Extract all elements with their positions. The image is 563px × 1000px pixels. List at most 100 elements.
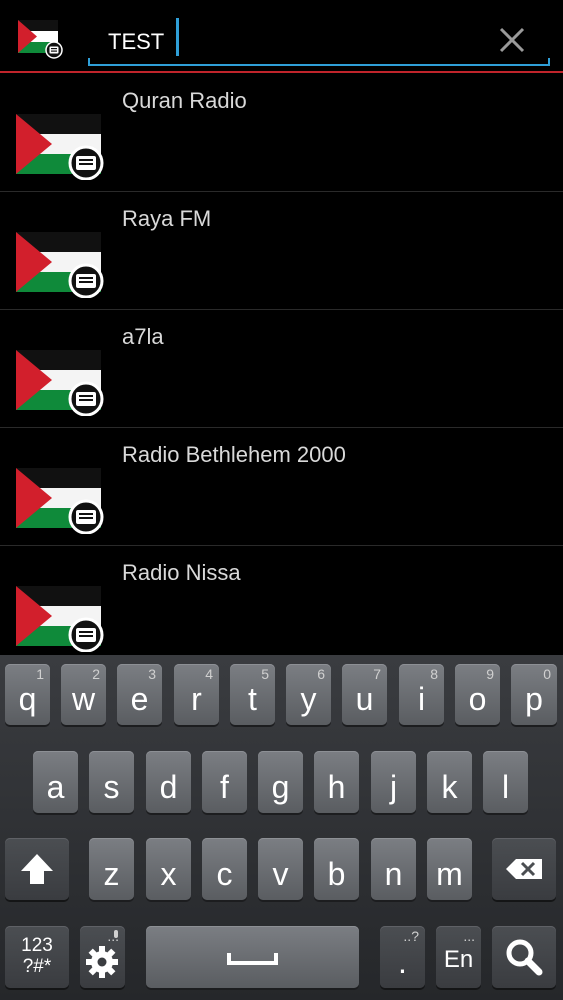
key-label: i [417,681,426,717]
palestine-flag-radio-icon [16,586,104,652]
key-label: h [327,769,346,805]
key-label: c [216,856,233,892]
key-i[interactable]: 8i [399,664,444,725]
station-name: Radio Bethlehem 2000 [122,442,346,467]
key-hint: ... [107,928,119,944]
key-v[interactable]: v [258,838,303,900]
shift-key[interactable] [5,838,69,900]
key-label: 123 [21,935,53,956]
search-underline [88,58,550,66]
search-icon [506,939,543,976]
key-y[interactable]: 6y [286,664,331,725]
action-bar [0,0,563,73]
soft-keyboard: 1q 2w 3e 4r 5t 6y 7u 8i 9o 0p a s d f g … [0,655,563,1000]
key-hint: 4 [205,666,213,682]
key-g[interactable]: g [258,751,303,813]
key-z[interactable]: z [89,838,134,900]
palestine-flag-radio-icon[interactable] [17,17,63,59]
list-item[interactable]: Raya FM [0,192,563,310]
key-label: n [384,856,403,892]
key-label: y [300,681,317,717]
key-o[interactable]: 9o [455,664,500,725]
key-p[interactable]: 0p [511,664,557,725]
key-hint: 1 [36,666,44,682]
key-hint: 7 [373,666,381,682]
key-label: w [71,681,96,717]
key-label: d [159,769,178,805]
key-label: j [389,769,398,805]
key-b[interactable]: b [314,838,359,900]
key-label: a [46,769,65,805]
divider [0,71,563,73]
language-key[interactable]: ... En [436,926,481,988]
close-icon[interactable] [492,20,532,60]
key-j[interactable]: j [371,751,416,813]
key-hint: 0 [543,666,551,682]
key-q[interactable]: 1q [5,664,50,725]
palestine-flag-radio-icon [16,114,104,180]
key-t[interactable]: 5t [230,664,275,725]
key-label: v [272,856,289,892]
key-label: q [18,681,37,717]
search-box[interactable] [88,14,550,66]
search-key[interactable] [492,926,556,988]
station-name: a7la [122,324,164,349]
key-x[interactable]: x [146,838,191,900]
space-key[interactable] [146,926,359,988]
list-item[interactable]: Quran Radio [0,74,563,192]
key-label: m [436,856,463,892]
key-a[interactable]: a [33,751,78,813]
key-l[interactable]: l [483,751,528,813]
key-m[interactable]: m [427,838,472,900]
key-hint: 8 [430,666,438,682]
station-name: Quran Radio [122,88,247,113]
key-label: x [160,856,177,892]
backspace-icon [506,859,542,879]
list-item[interactable]: Radio Bethlehem 2000 [0,428,563,546]
key-hint: 5 [261,666,269,682]
list-item[interactable]: Radio Nissa [0,546,563,664]
key-u[interactable]: 7u [342,664,387,725]
station-name: Radio Nissa [122,560,241,585]
key-label: z [103,856,120,892]
key-k[interactable]: k [427,751,472,813]
list-item[interactable]: a7la [0,310,563,428]
key-label: b [327,856,346,892]
period-key[interactable]: ..? . [380,926,425,988]
key-label: e [130,681,149,717]
space-bar-icon [227,953,278,965]
key-hint: 3 [148,666,156,682]
station-list: Quran Radio Raya FM a7la Radio Bethlehem… [0,74,563,664]
shift-arrow-icon [21,854,53,884]
key-label: f [220,769,229,805]
key-d[interactable]: d [146,751,191,813]
key-hint: 2 [92,666,100,682]
palestine-flag-radio-icon [16,350,104,416]
key-f[interactable]: f [202,751,247,813]
key-label: En [443,946,474,973]
key-label: l [501,769,510,805]
backspace-key[interactable] [492,838,556,900]
key-s[interactable]: s [89,751,134,813]
text-cursor [176,18,179,56]
key-hint: ... [463,928,475,944]
key-label: u [355,681,374,717]
settings-key[interactable]: ... [80,926,125,988]
key-c[interactable]: c [202,838,247,900]
key-label: p [525,681,543,717]
key-label: g [271,769,290,805]
symbols-key[interactable]: 123 ?#* [5,926,69,988]
key-label: k [441,769,458,805]
search-input[interactable] [108,26,468,58]
key-w[interactable]: 2w [61,664,106,725]
palestine-flag-radio-icon [16,232,104,298]
key-label: t [248,681,257,717]
key-r[interactable]: 4r [174,664,219,725]
key-n[interactable]: n [371,838,416,900]
palestine-flag-radio-icon [16,468,104,534]
station-name: Raya FM [122,206,212,231]
key-e[interactable]: 3e [117,664,162,725]
key-label: s [103,769,120,805]
key-label: . [398,944,407,980]
key-h[interactable]: h [314,751,359,813]
